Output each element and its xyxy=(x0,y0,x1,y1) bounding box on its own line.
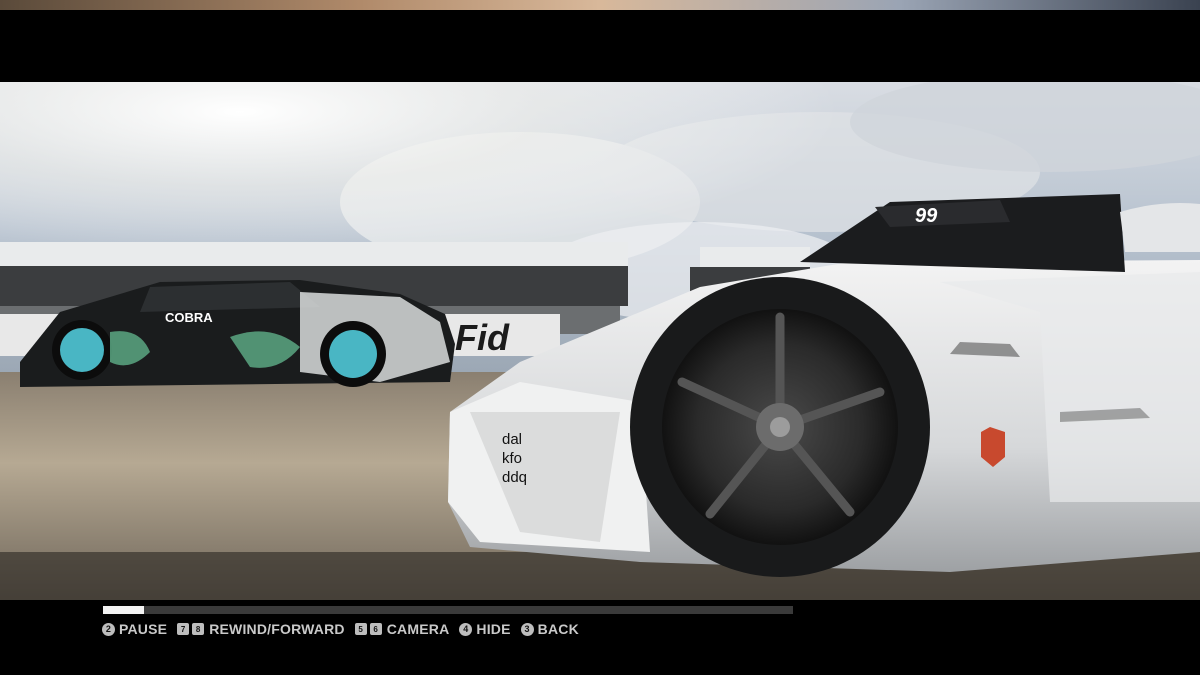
letterbox-top xyxy=(0,10,1200,82)
button-7-icon: 7 xyxy=(177,623,190,635)
sponsor-line-2: kfo xyxy=(502,450,522,467)
rewind-forward-control[interactable]: 7 8 REWIND/FORWARD xyxy=(177,621,345,637)
pause-label: PAUSE xyxy=(119,621,168,637)
hide-label: HIDE xyxy=(476,621,511,637)
replay-scene: Fid COBRA 99 dal kfo ddq xyxy=(0,82,1200,600)
back-control[interactable]: 3 BACK xyxy=(520,621,579,637)
replay-progress-bar[interactable] xyxy=(103,606,793,614)
button-4-icon: 4 xyxy=(459,622,473,636)
pause-control[interactable]: 2 PAUSE xyxy=(102,621,167,637)
replay-controls: 2 PAUSE 7 8 REWIND/FORWARD 5 6 CAMERA 4 … xyxy=(102,620,589,638)
button-6-icon: 6 xyxy=(369,623,382,635)
back-label: BACK xyxy=(537,621,579,637)
hide-control[interactable]: 4 HIDE xyxy=(459,621,510,637)
button-5-icon: 5 xyxy=(354,623,367,635)
top-image-strip xyxy=(0,0,1200,10)
sponsor-line-1: dal xyxy=(502,431,522,448)
button-3-icon: 3 xyxy=(520,622,534,636)
button-8-icon: 8 xyxy=(192,623,205,635)
race-scene-illustration: Fid COBRA 99 dal kfo ddq xyxy=(0,82,1200,600)
rival-livery-text: COBRA xyxy=(165,310,213,325)
camera-control[interactable]: 5 6 CAMERA xyxy=(354,621,450,637)
sponsor-line-3: ddq xyxy=(502,469,527,486)
car-number: 99 xyxy=(915,205,938,227)
rewind-forward-label: REWIND/FORWARD xyxy=(209,621,345,637)
barrier-banner-text: Fid xyxy=(455,317,510,358)
replay-progress-fill xyxy=(103,606,145,614)
button-2-icon: 2 xyxy=(102,622,115,636)
camera-label: CAMERA xyxy=(386,621,450,637)
